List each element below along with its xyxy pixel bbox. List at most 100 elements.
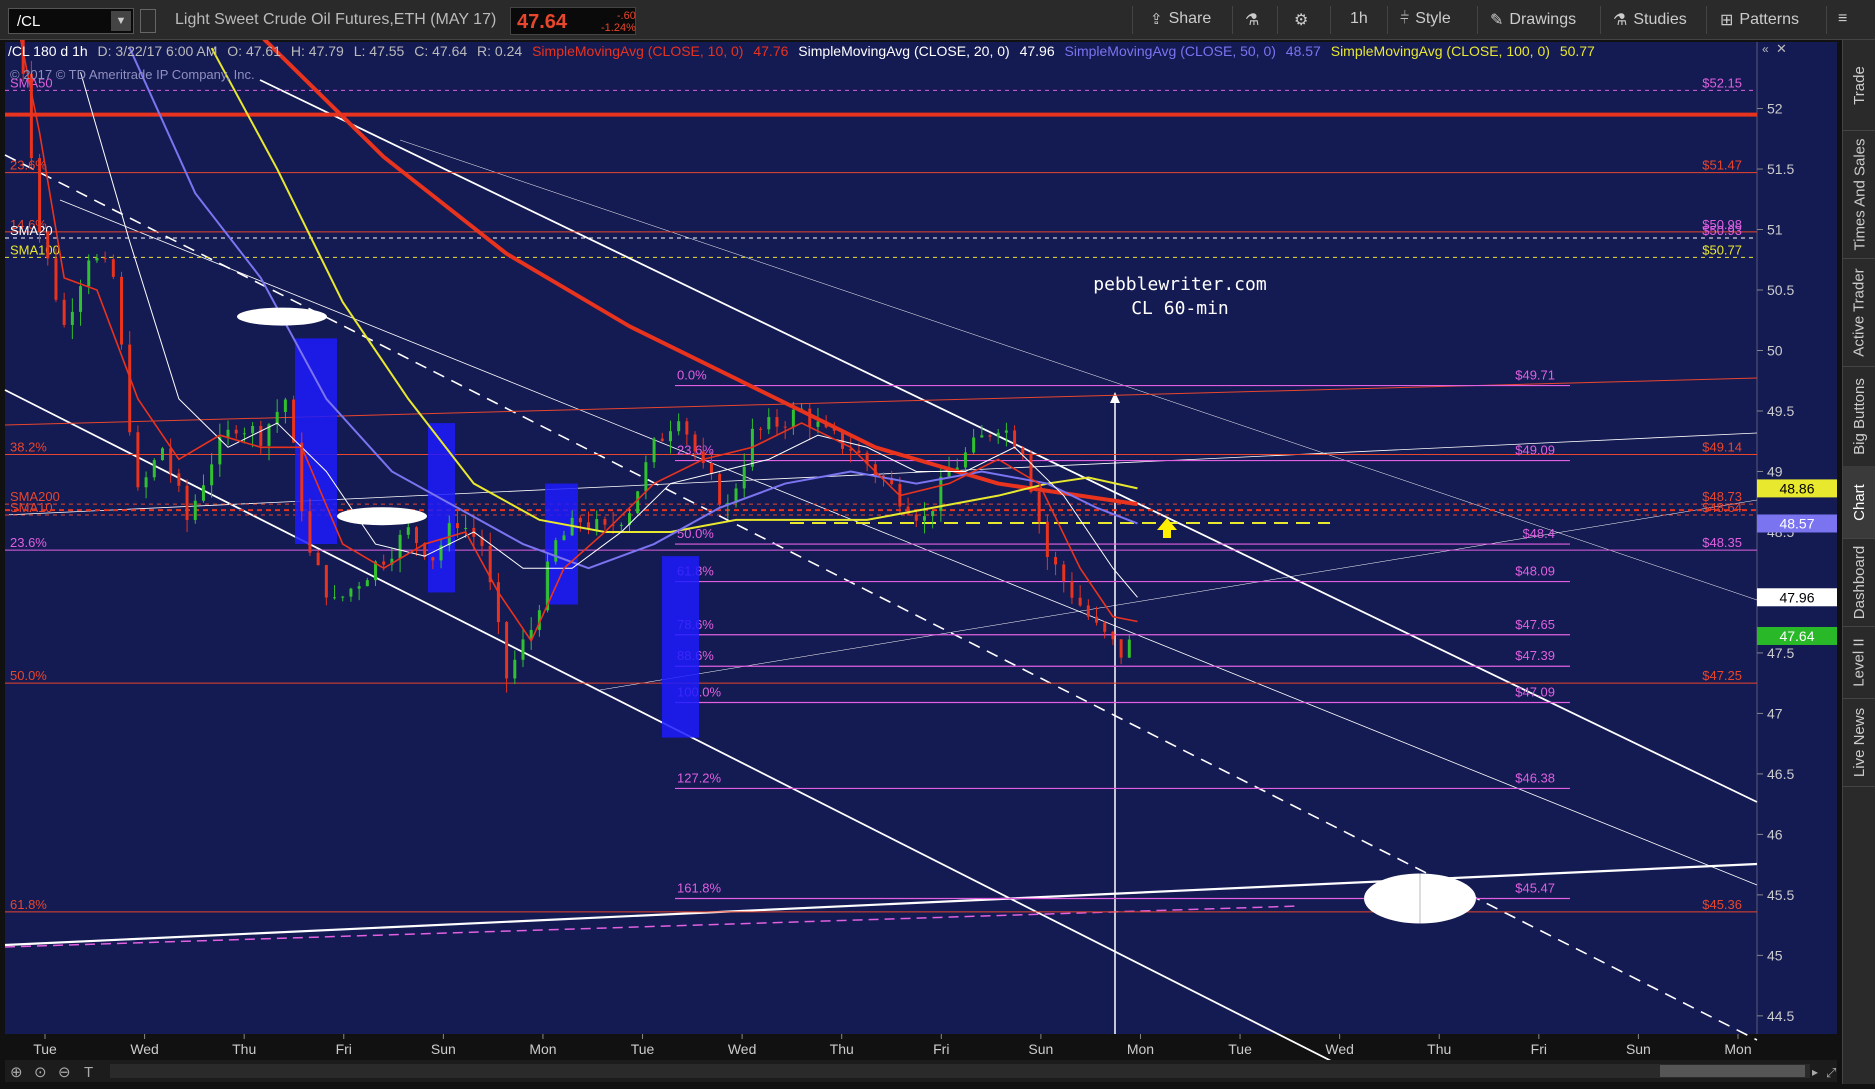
candle-body bbox=[1013, 430, 1017, 449]
annotation-site: pebblewriter.com bbox=[1093, 274, 1266, 295]
symbol-description: Light Sweet Crude Oil Futures,ETH (MAY 1… bbox=[175, 11, 497, 28]
candle-body bbox=[816, 421, 820, 427]
candle-body bbox=[54, 258, 58, 300]
sidebar-tab-times-and-sales[interactable]: Times And Sales bbox=[1843, 130, 1875, 259]
candle-body bbox=[341, 596, 345, 598]
candle-body bbox=[980, 435, 984, 438]
sidebar-tab-live-news[interactable]: Live News bbox=[1843, 698, 1875, 787]
symbol-input[interactable]: /CL ▼ bbox=[8, 8, 134, 34]
y-tick-label: 49 bbox=[1767, 463, 1783, 479]
candle-body bbox=[521, 639, 525, 660]
candle-body bbox=[963, 452, 967, 468]
level-price-label: $50.77 bbox=[1702, 242, 1742, 257]
price-chart[interactable]: SMA5023.6%14.6%SMA20SMA10038.2%SMA200SMA… bbox=[0, 0, 1842, 1084]
zoom-fit-icon[interactable]: ⊙ bbox=[34, 1064, 47, 1081]
sidebar-tab-trade[interactable]: Trade bbox=[1843, 40, 1875, 131]
zoom-out-icon[interactable]: ⊖ bbox=[58, 1064, 71, 1081]
candle-body bbox=[447, 523, 451, 546]
sidebar-tab-label: Chart bbox=[1851, 483, 1868, 521]
text-tool-icon[interactable]: T bbox=[84, 1064, 93, 1081]
zoom-in-icon[interactable]: ⊕ bbox=[10, 1064, 23, 1081]
level-price-label: $47.25 bbox=[1702, 668, 1742, 683]
patterns-button[interactable]: ⊞ Patterns bbox=[1720, 10, 1799, 30]
timeframe-button[interactable]: 1h bbox=[1350, 10, 1368, 28]
chart-canvas[interactable]: SMA5023.6%14.6%SMA20SMA10038.2%SMA200SMA… bbox=[0, 0, 1842, 1084]
drawings-button[interactable]: ✎ Drawings bbox=[1490, 10, 1576, 30]
candle-body bbox=[636, 491, 640, 514]
scrollbar-thumb[interactable] bbox=[1660, 1065, 1805, 1077]
svg-text:/CL 180 d 1h D: 3/22/17: /CL 180 d 1h D: 3/22/17 6:00 AM O: 47.61… bbox=[8, 43, 1595, 59]
sidebar-tab-level-ii[interactable]: Level II bbox=[1843, 626, 1875, 699]
bar-date: D: 3/22/17 6:00 AM bbox=[98, 43, 218, 59]
y-tick-label: 44.5 bbox=[1767, 1008, 1794, 1024]
studies-button[interactable]: ⚗ Studies bbox=[1613, 10, 1687, 30]
patterns-label: Patterns bbox=[1739, 11, 1799, 28]
link-icon[interactable] bbox=[140, 9, 156, 33]
candle-body bbox=[128, 344, 132, 433]
candle-body bbox=[619, 524, 623, 526]
scroll-right-icon[interactable]: ▸ bbox=[1812, 1065, 1818, 1079]
change-value: -.60 bbox=[616, 10, 636, 22]
sma20-value: 47.96 bbox=[1020, 43, 1055, 59]
candle-body bbox=[595, 519, 599, 530]
candle-body bbox=[775, 417, 779, 427]
candle-body bbox=[111, 259, 115, 277]
toolbar-menu-button[interactable]: ≡ bbox=[1838, 10, 1847, 28]
x-tick-label: Thu bbox=[1427, 1041, 1451, 1057]
level-label: 23.6% bbox=[10, 158, 47, 173]
candle-body bbox=[70, 311, 74, 325]
pencil-icon: ✎ bbox=[1490, 12, 1504, 29]
sidebar-tab-dashboard[interactable]: Dashboard bbox=[1843, 538, 1875, 627]
gear-icon: ⚙ bbox=[1294, 12, 1309, 29]
chart-scrollbar[interactable] bbox=[110, 1064, 1810, 1078]
symbol-dropdown-icon[interactable]: ▼ bbox=[111, 11, 131, 31]
fib-price-label: $47.09 bbox=[1515, 685, 1555, 700]
candle-body bbox=[1045, 521, 1049, 558]
candle-body bbox=[701, 451, 705, 464]
sidebar-tab-big-buttons[interactable]: Big Buttons bbox=[1843, 366, 1875, 467]
sidebar-tab-label: Big Buttons bbox=[1851, 377, 1868, 455]
copyright-watermark: © 2017 © TD Ameritrade IP Company, Inc. bbox=[10, 67, 255, 82]
candle-body bbox=[1095, 616, 1099, 623]
x-tick-label: Sun bbox=[1028, 1041, 1053, 1057]
candle-body bbox=[365, 580, 369, 587]
collapse-icon[interactable]: « bbox=[1762, 42, 1769, 56]
flask-button[interactable]: ⚗ bbox=[1245, 10, 1259, 30]
x-tick-label: Wed bbox=[728, 1041, 757, 1057]
candle-body bbox=[406, 527, 410, 535]
expand-icon[interactable]: ⤢ bbox=[1826, 1065, 1836, 1080]
separator bbox=[1277, 6, 1278, 34]
drawings-label: Drawings bbox=[1509, 11, 1577, 28]
candle-body bbox=[644, 462, 648, 492]
style-button[interactable]: ⫩ Style bbox=[1400, 10, 1451, 28]
candle-icon: ⫩ bbox=[1400, 10, 1410, 27]
candle-body bbox=[308, 511, 312, 553]
candle-body bbox=[38, 158, 42, 232]
level-price-label: $49.14 bbox=[1702, 440, 1742, 455]
candle-body bbox=[1127, 639, 1131, 658]
candle-body bbox=[218, 437, 222, 465]
sidebar-tab-active-trader[interactable]: Active Trader bbox=[1843, 258, 1875, 367]
y-tick-label: 51.5 bbox=[1767, 161, 1794, 177]
share-button[interactable]: ⇪ Share bbox=[1150, 10, 1211, 28]
menu-icon: ≡ bbox=[1838, 10, 1848, 27]
candle-body bbox=[46, 231, 50, 259]
candle-body bbox=[259, 425, 263, 446]
candle-body bbox=[201, 485, 205, 501]
crosshair-icon[interactable]: ✕ bbox=[1776, 41, 1787, 56]
bar-high: H: 47.79 bbox=[291, 43, 344, 59]
candle-body bbox=[193, 500, 197, 520]
x-tick-label: Thu bbox=[232, 1041, 256, 1057]
sidebar-tab-chart[interactable]: Chart bbox=[1843, 466, 1875, 539]
settings-button[interactable]: ⚙ bbox=[1294, 10, 1308, 30]
candle-body bbox=[1086, 605, 1090, 617]
candle-body bbox=[1004, 430, 1008, 433]
beaker-icon: ⚗ bbox=[1613, 12, 1628, 29]
y-tick-label: 47 bbox=[1767, 705, 1783, 721]
patterns-icon: ⊞ bbox=[1720, 12, 1734, 29]
candle-body bbox=[283, 399, 287, 412]
separator bbox=[1387, 6, 1388, 34]
level-price-label: $50.93 bbox=[1702, 223, 1742, 238]
candle-body bbox=[210, 464, 214, 486]
y-tick-label: 50.5 bbox=[1767, 282, 1794, 298]
